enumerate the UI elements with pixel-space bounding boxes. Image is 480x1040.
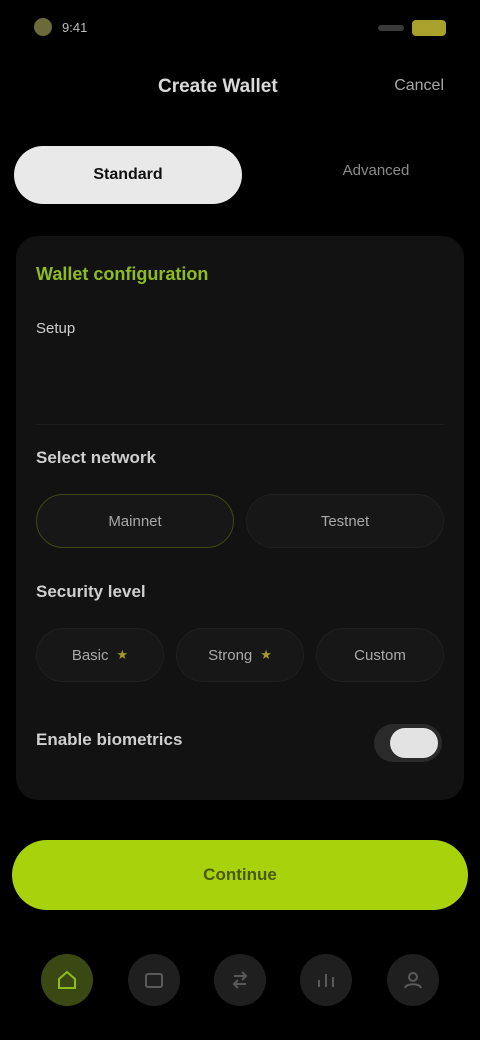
configuration-card: Wallet configuration Setup Select networ… <box>16 236 464 800</box>
header: Create Wallet Cancel <box>0 62 480 118</box>
biometrics-label: Enable biometrics <box>36 730 183 749</box>
segment-advanced[interactable]: Advanced <box>306 162 446 179</box>
security-option-custom[interactable]: Custom <box>316 628 444 682</box>
bottom-tab-bar <box>0 940 480 1020</box>
wallet-icon <box>144 973 163 988</box>
status-right <box>378 20 446 36</box>
chart-icon <box>318 974 335 987</box>
status-bar: 9:41 <box>0 0 480 60</box>
toggle-knob <box>390 728 438 758</box>
security-option-strong[interactable]: Strong ★ <box>176 628 304 682</box>
tab-wallet[interactable] <box>127 954 180 1006</box>
tab-swap[interactable] <box>213 954 266 1006</box>
status-time: 9:41 <box>62 19 88 35</box>
star-icon: ★ <box>116 647 129 662</box>
security-options: Basic ★ Strong ★ Custom <box>36 628 444 682</box>
tab-chart[interactable] <box>300 954 353 1006</box>
security-option-basic[interactable]: Basic ★ <box>36 628 164 682</box>
network-label: Select network <box>36 448 156 467</box>
battery-icon <box>412 20 446 36</box>
status-left: 9:41 <box>34 18 87 36</box>
tab-home[interactable] <box>41 954 94 1006</box>
page-title: Create Wallet <box>158 76 278 97</box>
section-subtitle: Setup <box>36 320 76 337</box>
network-options: Mainnet Testnet <box>36 494 444 548</box>
star-icon: ★ <box>260 647 272 662</box>
security-option-basic-label: Basic <box>71 646 109 664</box>
security-label: Security level <box>36 582 146 601</box>
home-icon <box>58 970 77 989</box>
segment-standard[interactable]: Standard <box>14 146 242 204</box>
network-option-testnet[interactable]: Testnet <box>246 494 444 548</box>
security-option-strong-label: Strong <box>208 646 253 664</box>
section-title: Wallet configuration <box>36 264 209 284</box>
biometrics-toggle[interactable] <box>374 724 442 762</box>
network-option-mainnet[interactable]: Mainnet <box>36 494 234 548</box>
signal-icon <box>378 25 404 31</box>
swap-icon <box>232 971 248 989</box>
tab-profile[interactable] <box>386 954 439 1006</box>
profile-icon <box>403 972 422 989</box>
mode-segmented-control: Standard Advanced <box>14 146 466 206</box>
cancel-button[interactable]: Cancel <box>394 77 444 95</box>
continue-button[interactable]: Continue <box>12 840 468 910</box>
divider <box>36 424 444 425</box>
status-indicator-icon <box>34 18 52 36</box>
